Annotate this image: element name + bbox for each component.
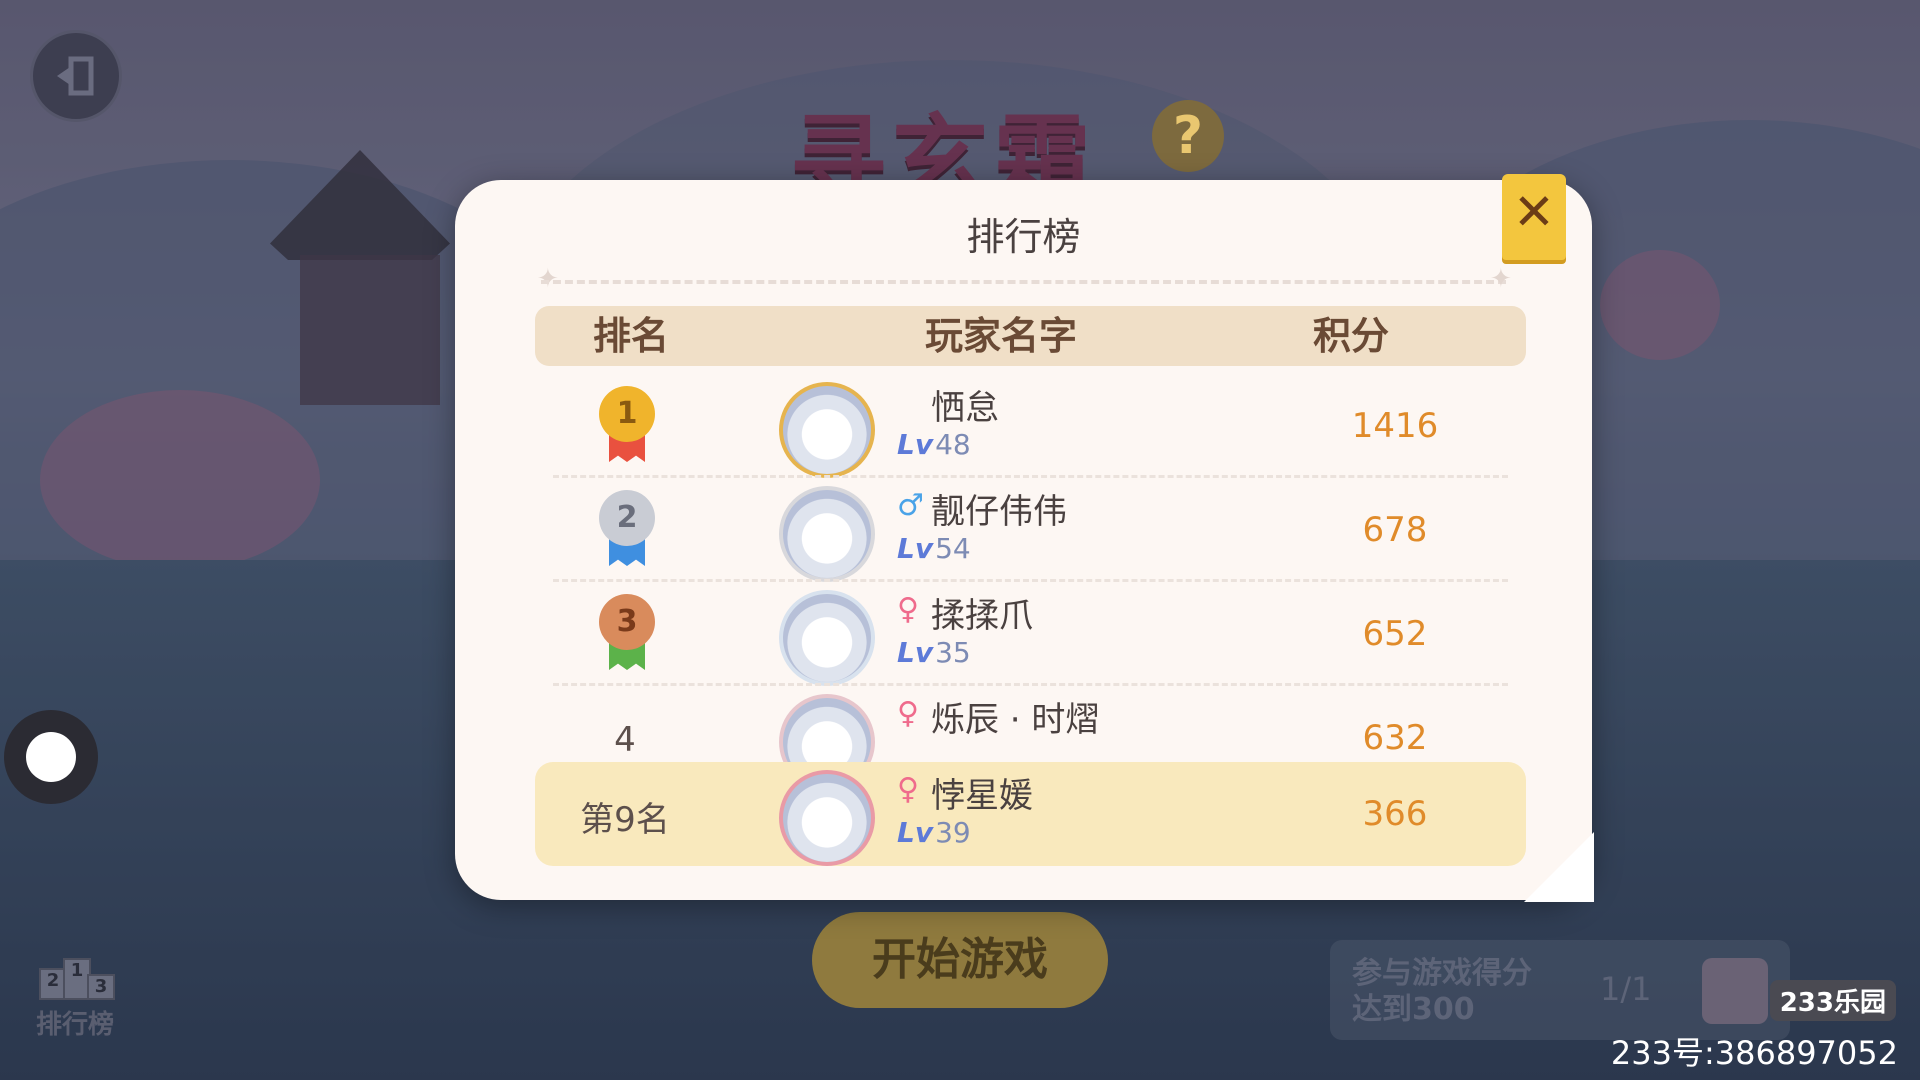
player-name: 烁辰 · 时熠 (931, 700, 1100, 740)
table-header: 排名 玩家名字 积分 (535, 306, 1526, 366)
player-level: Lv39 (897, 816, 971, 849)
male-icon: ♂ (897, 488, 924, 523)
table-row[interactable]: 4 ♀ 烁辰 · 时熠 632 (535, 686, 1526, 762)
floating-dot-icon (26, 732, 76, 782)
bronze-medal-icon: 3 (597, 594, 657, 672)
leaderboard-nav-button[interactable]: 2 1 3 排行榜 (30, 950, 120, 1041)
avatar[interactable] (779, 590, 875, 686)
task-progress: 1/1 (1600, 970, 1652, 1008)
female-icon: ♀ (897, 772, 919, 807)
player-score: 1416 (1351, 406, 1439, 446)
female-icon: ♀ (897, 592, 919, 627)
exit-button[interactable] (30, 30, 122, 122)
task-description: 参与游戏得分 达到300 (1352, 956, 1532, 1027)
my-rank: 第9名 (580, 800, 670, 840)
help-button[interactable]: ? (1152, 100, 1224, 172)
podium-icon: 2 1 3 (35, 950, 115, 1000)
player-name: 揉揉爪 (931, 596, 1033, 636)
star-icon: ✦ (537, 264, 559, 294)
modal-title: 排行榜 (966, 215, 1081, 259)
table-row[interactable]: 1 恓怠 Lv48 1416 (535, 374, 1526, 478)
title-divider (541, 280, 1506, 284)
header-player: 玩家名字 (925, 314, 1078, 358)
table-row[interactable]: 2 ♂ 靓仔伟伟 Lv54 678 (535, 478, 1526, 582)
task-panel: 参与游戏得分 达到300 1/1 (1330, 940, 1790, 1040)
avatar[interactable] (779, 486, 875, 582)
watermark-id: 233号:386897052 (1610, 1034, 1898, 1072)
exit-icon (57, 56, 94, 96)
leaderboard-modal: 排行榜 ✕ ✦ ✦ 排名 玩家名字 积分 1 恓怠 Lv48 1416 2 ♂ … (455, 174, 1594, 902)
star-icon: ✦ (1490, 264, 1512, 294)
floating-assistive-button[interactable] (4, 710, 98, 804)
my-rank-row[interactable]: 第9名 ♀ 悖星媛 Lv39 366 (535, 762, 1526, 866)
player-level: Lv48 (897, 428, 971, 461)
player-score: 652 (1362, 614, 1428, 654)
close-icon: ✕ (1513, 183, 1555, 241)
avatar[interactable] (779, 770, 875, 866)
reward-icon[interactable] (1702, 958, 1768, 1024)
gold-medal-icon: 1 (597, 386, 657, 464)
player-name: 悖星媛 (931, 776, 1033, 816)
player-level: Lv54 (897, 532, 971, 565)
leaderboard-nav-label: 排行榜 (35, 1010, 114, 1040)
player-score: 366 (1362, 794, 1428, 834)
close-button[interactable]: ✕ (1502, 174, 1566, 260)
player-score: 632 (1362, 718, 1428, 758)
silver-medal-icon: 2 (597, 490, 657, 568)
page-curl-decoration (1524, 832, 1594, 902)
header-score: 积分 (1313, 314, 1390, 358)
player-name: 靓仔伟伟 (931, 492, 1067, 532)
player-name: 恓怠 (931, 388, 999, 428)
watermark-logo: 233乐园 (1769, 980, 1896, 1021)
avatar[interactable] (779, 694, 875, 762)
rank-number: 4 (614, 720, 636, 760)
player-level: Lv35 (897, 636, 971, 669)
start-game-button[interactable]: 开始游戏 (812, 912, 1108, 1008)
header-rank: 排名 (593, 314, 670, 358)
female-icon: ♀ (897, 696, 919, 731)
avatar[interactable] (779, 382, 875, 478)
player-score: 678 (1362, 510, 1428, 550)
table-row[interactable]: 3 ♀ 揉揉爪 Lv35 652 (535, 582, 1526, 686)
